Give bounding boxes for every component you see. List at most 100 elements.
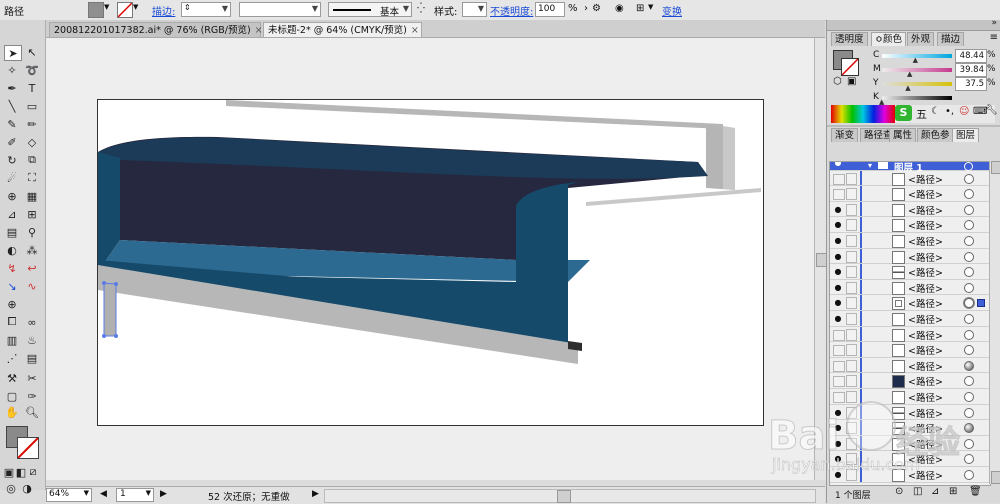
channel-value-input[interactable]: 48.44 [955,49,987,63]
layer-row[interactable]: <路径> [830,342,990,358]
target-circle-icon[interactable] [964,314,974,324]
pen-tool-icon[interactable]: ✒ [4,81,20,95]
target-circle-icon[interactable] [964,204,974,215]
first-artboard-icon[interactable]: ◀ [100,489,107,499]
scissors-tool-icon[interactable]: ✂ [24,371,40,385]
artboard-tool-icon[interactable]: ⧠ [4,315,20,329]
punctuation-icon[interactable]: •, [945,106,954,117]
eye-icon[interactable] [833,173,845,185]
lock-toggle[interactable] [846,437,857,450]
layer-row[interactable]: <路径> [830,373,990,389]
zoom-dropdown[interactable]: 64% ▼ [46,488,92,502]
lock-toggle[interactable] [846,172,857,185]
canvas-vertical-scrollbar[interactable] [814,38,827,480]
target-circle-icon[interactable] [964,329,974,340]
chevron-down-icon[interactable]: ▼ [133,3,145,15]
eye-icon[interactable] [833,360,845,372]
layer-row[interactable]: ● <路径> [830,264,990,280]
artboard-navigator[interactable]: 1 ▼ [116,488,154,502]
lock-toggle[interactable] [846,219,857,232]
layer-row[interactable]: ● <路径> [830,467,990,483]
panel-dock-header[interactable]: » [827,18,1000,31]
lock-toggle[interactable] [846,250,857,263]
tab-color[interactable]: ≎颜色 [871,32,906,46]
stroke-swatch[interactable] [117,2,133,18]
channel-value-input[interactable]: 37.5 [955,77,987,91]
eye-icon[interactable]: ● [833,423,843,432]
lock-toggle[interactable] [846,359,857,372]
draw-normal-icon[interactable]: ◎ [4,481,18,495]
live-paint-tool-icon[interactable]: ▦ [24,189,40,203]
rectangle-tool-icon[interactable]: ▭ [24,99,40,113]
crosshair-icon[interactable]: ⊕ [4,297,20,311]
target-circle-icon[interactable] [964,236,974,246]
close-icon[interactable]: × [255,25,263,36]
eye-icon[interactable]: ● [833,439,843,448]
layer-row[interactable]: ● <路径> [830,404,990,421]
rotate-tool-icon[interactable]: ↻ [4,153,20,167]
layer-row[interactable]: ● <路径> [830,217,990,233]
curvature-tool-icon[interactable]: ↩ [24,261,40,275]
slice-tool-icon[interactable]: ↘ [4,279,20,293]
eye-icon[interactable] [833,392,845,403]
status-menu-icon[interactable]: ▶ [312,489,319,499]
eye-icon[interactable]: ● [833,236,843,245]
hand-tool-icon[interactable]: ✋ [4,405,20,419]
graph-tool-icon[interactable]: ▥ [4,333,20,347]
target-circle-icon[interactable] [964,407,974,418]
layers-scrollbar[interactable] [989,161,1000,484]
brush-definition-dropdown[interactable]: 基本 ▼ [328,2,412,18]
stroke-weight-field[interactable]: ⇕ ▼ [181,2,231,17]
warp-tool-icon[interactable]: ☄ [4,171,20,185]
tab-layers[interactable]: 图层 [952,128,980,142]
transform-icon[interactable]: ⁛ [417,3,429,15]
color-stroke-box[interactable] [841,58,859,76]
opacity-link[interactable]: 不透明度: [490,3,533,18]
target-circle-icon[interactable] [964,470,974,480]
layer-row[interactable]: ● <路径> [830,201,990,218]
eye-icon[interactable]: ● [833,408,843,417]
document-tab-2[interactable]: 未标题-2* @ 64% (CMYK/预览) × [263,22,422,37]
perspective-grid-tool-icon[interactable]: ⊿ [4,207,20,221]
eye-icon[interactable]: ● [833,454,843,463]
close-icon[interactable]: × [411,25,419,36]
magic-wand-tool-icon[interactable]: ✧ [4,63,20,77]
shape-builder-tool-icon[interactable]: ⊕ [4,189,20,203]
moon-icon[interactable]: ☾ [931,106,940,117]
layer-row[interactable]: <路径> [830,186,990,202]
artboard[interactable] [97,99,764,426]
mesh-tool-icon[interactable]: ⊞ [24,207,40,221]
lock-toggle[interactable] [846,453,857,466]
lock-toggle[interactable] [846,391,857,403]
target-circle-icon[interactable] [964,298,974,309]
chevron-down-icon[interactable]: ▼ [648,3,660,15]
document-tab-1[interactable]: 20081220101738​2.ai* @ 76% (RGB/预览) × [49,22,263,37]
type-tool-icon[interactable]: T [24,81,40,95]
layer-row[interactable]: <路径> [830,389,990,405]
style-dropdown[interactable]: ▼ [462,2,487,17]
variable-width-dropdown[interactable]: ▼ [239,2,321,17]
delete-icon[interactable]: 🗑︎ [969,486,982,497]
lock-toggle[interactable] [846,328,857,341]
tab-stroke[interactable]: 描边 [937,32,965,46]
eye-icon[interactable]: ● [833,162,843,167]
target-circle-icon[interactable] [964,173,974,184]
eye-icon[interactable] [833,189,845,201]
channel-value-input[interactable]: 39.84 [955,63,987,77]
width-tool-icon[interactable]: ∞ [24,315,40,329]
lock-toggle[interactable] [846,469,857,481]
opacity-input[interactable]: 100 [535,2,565,17]
tab-appearance[interactable]: 外观 [907,32,935,46]
scroll-up-icon[interactable] [991,161,1000,174]
target-circle-icon[interactable] [964,251,974,262]
color-slider-c[interactable]: C 48.44 % ▲ [873,49,997,64]
fill-swatch[interactable] [88,2,104,18]
layer-row[interactable]: ● <路径> [830,279,990,296]
new-sublayer-icon[interactable]: ⊿ [931,486,939,497]
gradient-mode-icon[interactable]: ◧ [16,465,26,479]
horizontal-scrollbar[interactable] [324,489,816,503]
twirl-tool-icon[interactable]: ♨ [24,333,40,347]
eye-icon[interactable]: ● [833,205,843,214]
lock-toggle[interactable] [846,281,857,294]
web-safe-icon[interactable]: ▣ [847,76,856,87]
